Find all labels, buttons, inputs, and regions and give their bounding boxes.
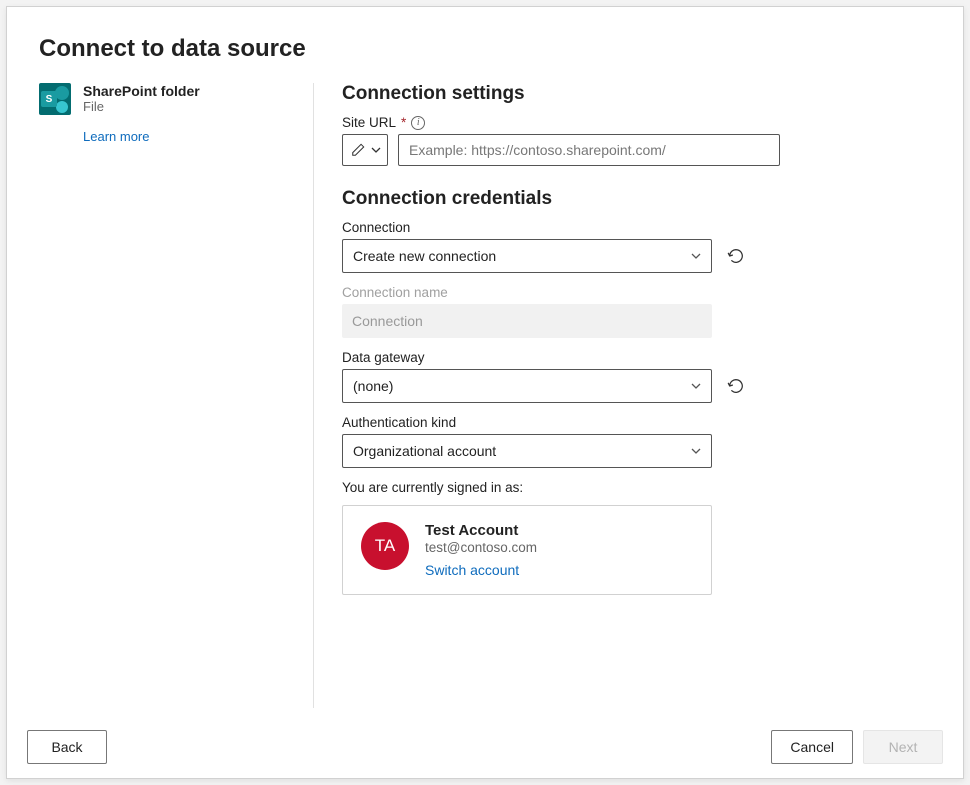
connection-name-label: Connection name <box>342 285 931 300</box>
data-source-name: SharePoint folder <box>83 83 200 99</box>
connection-settings-heading: Connection settings <box>342 83 931 105</box>
page-title: Connect to data source <box>39 35 931 63</box>
site-url-input[interactable] <box>398 134 780 166</box>
learn-more-link[interactable]: Learn more <box>83 129 149 144</box>
dialog-footer: Back Cancel Next <box>7 716 963 778</box>
required-marker: * <box>401 115 406 130</box>
next-button: Next <box>863 730 943 764</box>
vertical-divider <box>313 83 314 708</box>
account-card: TA Test Account test@contoso.com Switch … <box>342 505 712 595</box>
chevron-down-icon <box>691 381 701 391</box>
connection-label: Connection <box>342 220 931 235</box>
account-display-name: Test Account <box>425 522 537 539</box>
content-area: S SharePoint folder File Learn more Conn… <box>39 83 931 708</box>
switch-account-link[interactable]: Switch account <box>425 562 537 578</box>
data-source-row: S SharePoint folder File <box>39 83 289 115</box>
chevron-down-icon <box>691 251 701 261</box>
auth-kind-label: Authentication kind <box>342 415 931 430</box>
auth-kind-select[interactable]: Organizational account <box>342 434 712 468</box>
info-icon[interactable]: i <box>411 116 425 130</box>
settings-panel: Connection settings Site URL * i <box>338 83 931 708</box>
url-mode-dropdown[interactable] <box>342 134 388 166</box>
chevron-down-icon <box>691 446 701 456</box>
account-email: test@contoso.com <box>425 540 537 555</box>
chevron-down-icon <box>371 145 381 155</box>
connect-data-source-dialog: Connect to data source S SharePoint fold… <box>6 6 964 779</box>
connection-select[interactable]: Create new connection <box>342 239 712 273</box>
sharepoint-icon: S <box>39 83 71 115</box>
data-gateway-label: Data gateway <box>342 350 931 365</box>
signed-in-label: You are currently signed in as: <box>342 480 931 495</box>
refresh-icon <box>727 377 745 395</box>
refresh-gateways-button[interactable] <box>722 372 750 400</box>
back-button[interactable]: Back <box>27 730 107 764</box>
connection-credentials-heading: Connection credentials <box>342 188 931 210</box>
data-source-category: File <box>83 99 200 114</box>
site-url-label: Site URL * i <box>342 115 931 130</box>
source-summary-panel: S SharePoint folder File Learn more <box>39 83 289 708</box>
refresh-icon <box>727 247 745 265</box>
avatar: TA <box>361 522 409 570</box>
dialog-body: Connect to data source S SharePoint fold… <box>7 7 963 716</box>
pencil-icon <box>351 143 365 157</box>
data-gateway-select[interactable]: (none) <box>342 369 712 403</box>
refresh-connections-button[interactable] <box>722 242 750 270</box>
cancel-button[interactable]: Cancel <box>771 730 853 764</box>
connection-name-input: Connection <box>342 304 712 338</box>
